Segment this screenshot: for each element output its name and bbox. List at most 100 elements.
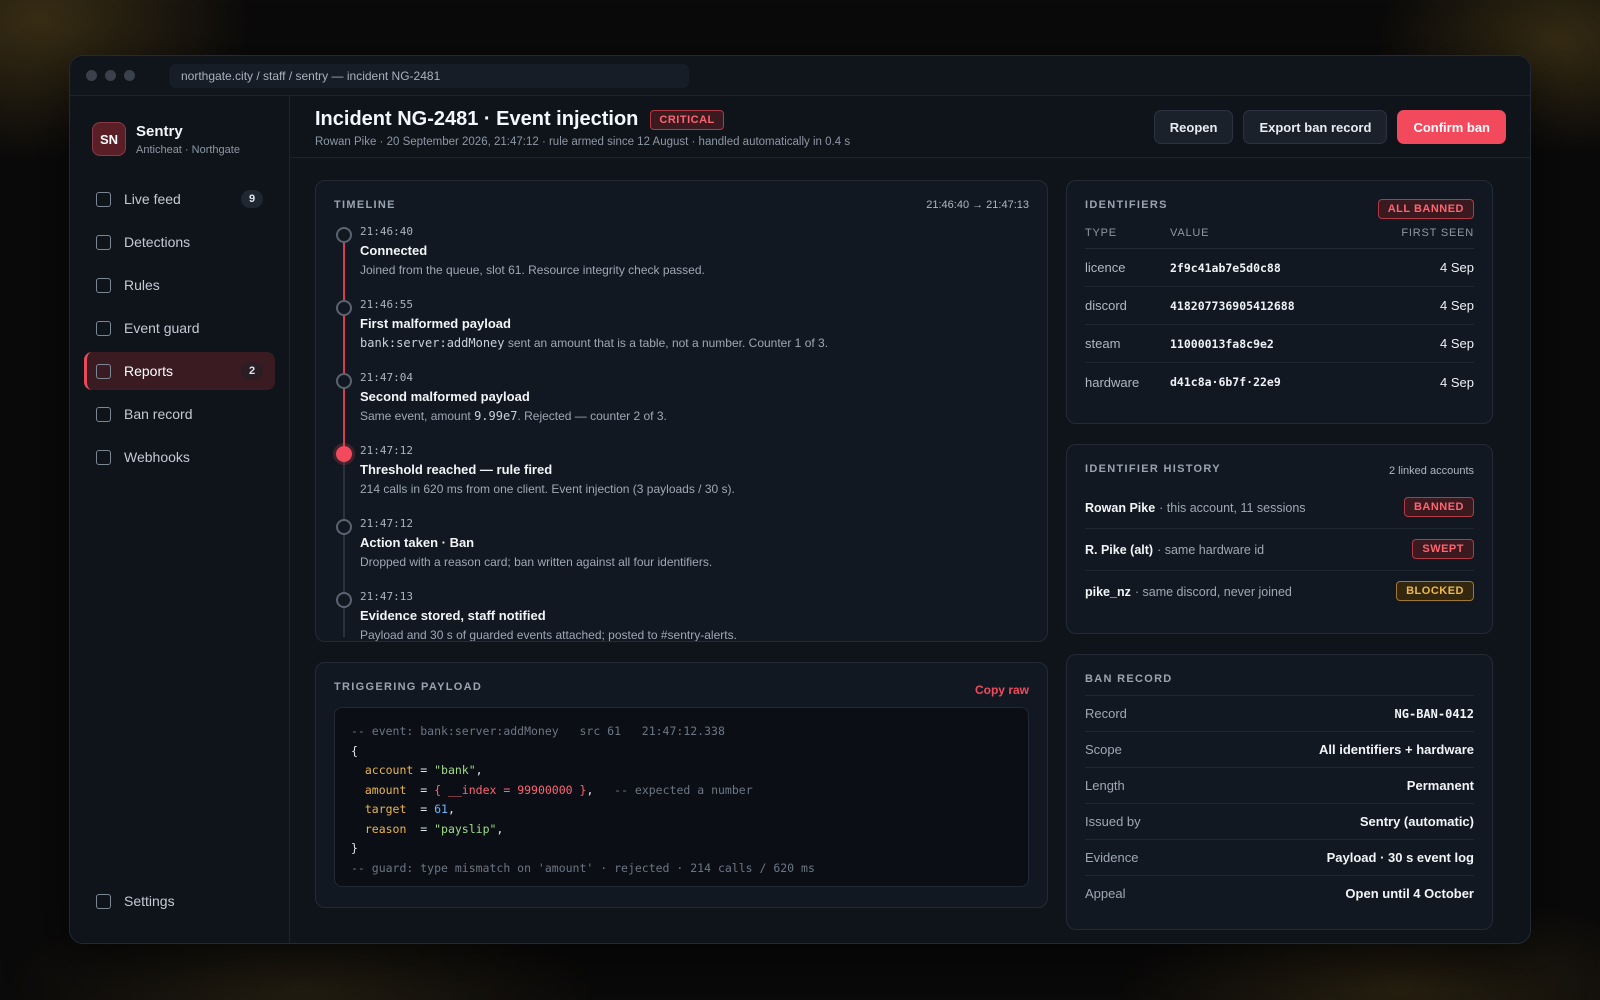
identifier-first-seen: 4 Sep	[1440, 336, 1474, 351]
sidebar-item-webhooks[interactable]: Webhooks	[84, 438, 275, 476]
event-time: 21:47:12	[360, 517, 413, 530]
titlebar: northgate.city / staff / sentry — incide…	[70, 56, 1530, 96]
event-title: Action taken · Ban	[360, 535, 475, 550]
sidebar-item-label: Ban record	[124, 406, 193, 422]
window-maximize-dot[interactable]	[124, 70, 135, 81]
identifier-value: 11000013fa8c9e2	[1170, 336, 1274, 351]
event-description-text: . Rejected — counter 2 of 3.	[517, 409, 667, 423]
event-title: Threshold reached — rule fired	[360, 462, 553, 477]
event-title: Connected	[360, 243, 428, 258]
copy-raw-link[interactable]: Copy raw	[975, 683, 1029, 697]
identifier-type: licence	[1085, 260, 1126, 275]
code-key: target	[364, 802, 407, 816]
confirm-ban-button[interactable]: Confirm ban	[1397, 110, 1506, 144]
reopen-button[interactable]: Reopen	[1153, 110, 1234, 144]
sidebar: SN Sentry Anticheat · Northgate Live fee…	[70, 96, 290, 943]
timeline-title: TIMELINE	[334, 199, 396, 211]
brand-name: Sentry	[136, 122, 183, 140]
header-actions: Reopen Export ban record Confirm ban	[1153, 110, 1506, 144]
identifier-first-seen: 4 Sep	[1440, 260, 1474, 275]
timeline-dot-icon	[336, 519, 352, 535]
detail-label: Length	[1085, 778, 1125, 793]
identifier-type: discord	[1085, 298, 1127, 313]
detail-row: Evidence Payload · 30 s event log	[1085, 839, 1474, 875]
identifier-history-card: IDENTIFIER HISTORY 2 linked accounts Row…	[1066, 444, 1493, 634]
detail-row: Issued by Sentry (automatic)	[1085, 803, 1474, 839]
account-name: R. Pike (alt)	[1085, 542, 1154, 557]
payload-code-block[interactable]: -- event: bank:server:addMoney src 61 21…	[334, 707, 1029, 887]
sidebar-item-label: Live feed	[124, 191, 181, 207]
sidebar-item-settings[interactable]: Settings	[84, 882, 275, 920]
payload-card: TRIGGERING PAYLOAD Copy raw -- event: ba…	[315, 662, 1048, 908]
code-key: account	[364, 763, 414, 777]
table-row: hardware d41c8a·6b7f·22e9 4 Sep	[1085, 363, 1474, 401]
detail-label: Scope	[1085, 742, 1122, 757]
export-ban-record-button[interactable]: Export ban record	[1243, 110, 1388, 144]
detail-label: Appeal	[1085, 886, 1126, 901]
identifier-type: hardware	[1085, 374, 1140, 390]
sidebar-item-detections[interactable]: Detections	[84, 223, 275, 261]
code-brace: {	[351, 743, 358, 758]
detail-value: Sentry (automatic)	[1359, 814, 1474, 829]
identifier-type: steam	[1085, 336, 1121, 351]
sidebar-nav: Live feed 9 Detections Rules Event guard…	[70, 180, 289, 476]
list-item[interactable]: R. Pike (alt) · same hardware id SWEPT	[1085, 529, 1474, 571]
sidebar-item-label: Event guard	[124, 320, 200, 336]
timeline-range: 21:46:40 → 21:47:13	[926, 199, 1029, 211]
brand-subtitle: Anticheat · Northgate	[136, 143, 240, 156]
identifier-first-seen: 4 Sep	[1440, 298, 1474, 313]
list-item[interactable]: Rowan Pike · this account, 11 sessions B…	[1085, 487, 1474, 529]
sidebar-item-label: Reports	[124, 363, 174, 379]
event-description: Payload and 30 s of guarded events attac…	[360, 628, 737, 642]
identifier-value: 2f9c41ab7e5d0c88	[1170, 260, 1281, 275]
count-badge: 9	[241, 190, 263, 208]
status-badge: BLOCKED	[1396, 581, 1474, 601]
table-row: licence 2f9c41ab7e5d0c88 4 Sep	[1085, 249, 1474, 287]
sidebar-item-event-guard[interactable]: Event guard	[84, 309, 275, 347]
event-description: Same event, amount 9.99e7. Rejected — co…	[360, 409, 1029, 423]
event-description-text: Same event, amount	[360, 409, 475, 423]
sidebar-item-reports[interactable]: Reports 2	[84, 352, 275, 390]
sidebar-item-live-feed[interactable]: Live feed 9	[84, 180, 275, 218]
detail-row: Appeal Open until 4 October	[1085, 875, 1474, 911]
code-key: reason	[364, 821, 407, 836]
timeline-event-fired: 21:47:12 Threshold reached — rule fired …	[334, 444, 1029, 517]
timeline-card: TIMELINE 21:46:40 → 21:47:13 21:46:40 Co…	[315, 180, 1048, 642]
list-item[interactable]: pike_nz · same discord, never joined BLO…	[1085, 571, 1474, 613]
sidebar-item-label: Webhooks	[124, 449, 190, 465]
detail-value: Payload · 30 s event log	[1326, 850, 1474, 865]
timeline-event: 21:46:55 First malformed payload bank:se…	[334, 298, 1029, 371]
app-window: northgate.city / staff / sentry — incide…	[69, 55, 1531, 944]
checkbox-icon	[96, 191, 111, 207]
code-bad-value: { __index = 99900000 }	[434, 782, 587, 797]
checkbox-icon	[96, 320, 111, 336]
identifier-value: 418207736905412688	[1170, 298, 1295, 313]
identifier-value: d41c8a·6b7f·22e9	[1170, 375, 1281, 389]
checkbox-icon	[96, 406, 111, 422]
detail-label: Record	[1085, 706, 1127, 721]
main-content: Incident NG-2481 · Event injection CRITI…	[291, 96, 1530, 943]
address-bar[interactable]: northgate.city / staff / sentry — incide…	[169, 63, 689, 88]
column-header-first-seen: FIRST SEEN	[1401, 227, 1474, 239]
window-minimize-dot[interactable]	[105, 70, 116, 81]
sidebar-item-ban-record[interactable]: Ban record	[84, 395, 275, 433]
event-title: Second malformed payload	[360, 389, 530, 404]
severity-badge: CRITICAL	[650, 109, 724, 130]
account-name: Rowan Pike	[1085, 500, 1156, 515]
page-title: Incident NG-2481 · Event injection	[315, 108, 639, 130]
event-title: Evidence stored, staff notified	[360, 608, 546, 623]
timeline-event: 21:46:40 Connected Joined from the queue…	[334, 225, 1029, 298]
code-string: "payslip"	[434, 821, 497, 836]
detail-value: Open until 4 October	[1345, 886, 1474, 901]
window-close-dot[interactable]	[86, 70, 97, 81]
event-description: bank:server:addMoney sent an amount that…	[360, 336, 1029, 350]
event-description: Joined from the queue, slot 61. Resource…	[360, 263, 705, 277]
timeline-event: 21:47:12 Action taken · Ban Dropped with…	[334, 517, 1029, 590]
checkbox-icon	[96, 893, 111, 909]
checkbox-icon	[96, 363, 111, 379]
code-comment: -- event: bank:server:addMoney src 61 21…	[351, 724, 725, 738]
detail-value: NG-BAN-0412	[1394, 706, 1474, 721]
page-header: Incident NG-2481 · Event injection CRITI…	[291, 96, 1530, 158]
sidebar-item-rules[interactable]: Rules	[84, 266, 275, 304]
account-note: · same discord, never joined	[1134, 585, 1292, 599]
